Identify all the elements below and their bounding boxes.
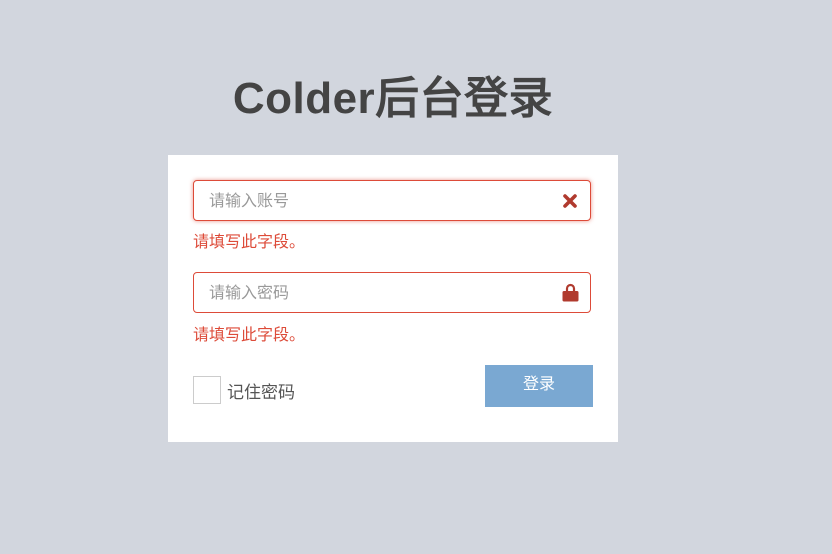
remember-checkbox[interactable] [193, 376, 221, 404]
password-error: 请填写此字段。 [193, 325, 306, 344]
lock-icon [561, 283, 579, 302]
password-input[interactable] [194, 273, 590, 312]
remember-label[interactable]: 记住密码 [227, 378, 295, 403]
username-error: 请填写此字段。 [193, 232, 306, 251]
login-button[interactable]: 登录 [485, 365, 593, 407]
close-icon[interactable] [561, 192, 579, 210]
username-input[interactable] [194, 181, 590, 220]
page-title: Colder后台登录 [232, 74, 554, 123]
login-box: 请填写此字段。 请填写此字段。 记住密码 登录 [168, 155, 618, 442]
username-field[interactable] [193, 180, 591, 221]
password-field[interactable] [193, 272, 591, 313]
